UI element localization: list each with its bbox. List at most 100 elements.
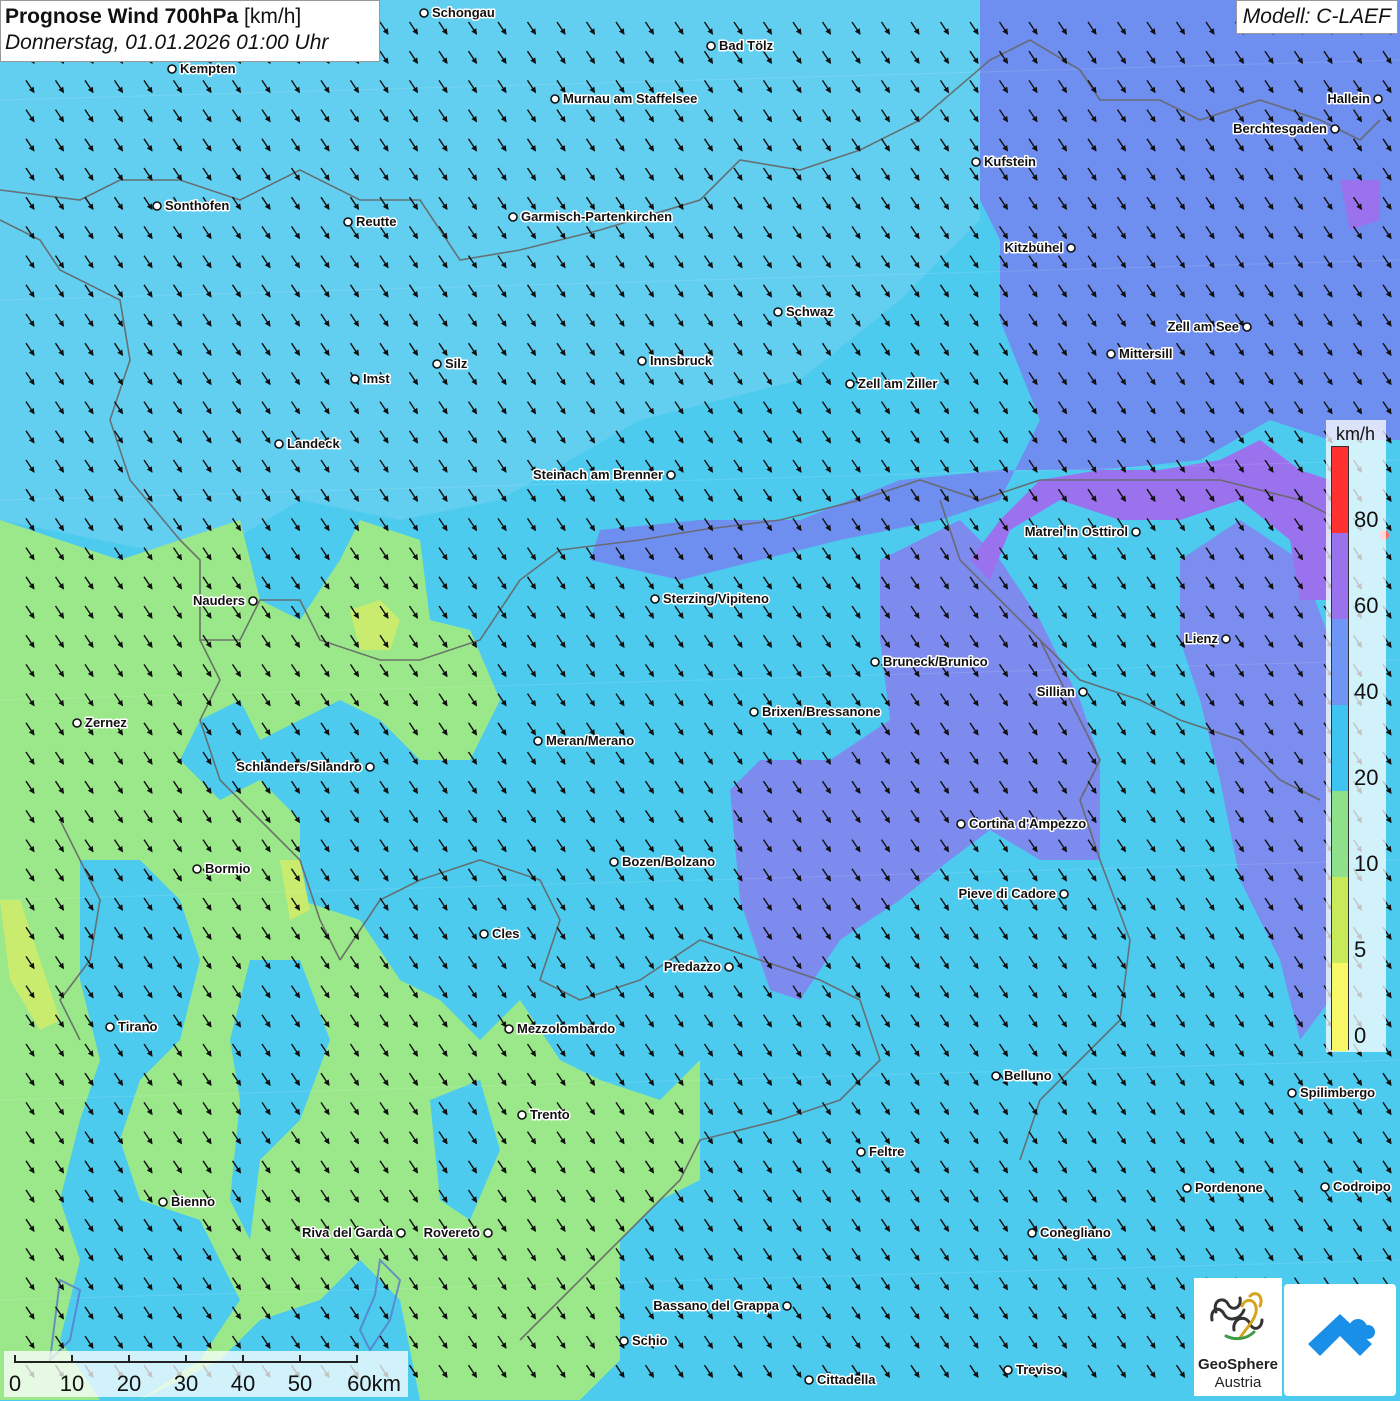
- city-dot-icon: [192, 864, 202, 874]
- city-dot-icon: [724, 962, 734, 972]
- model-label: Modell: C-LAEF: [1235, 0, 1398, 34]
- scale-label: 50: [287, 1371, 313, 1396]
- city-dot-icon: [749, 707, 759, 717]
- city-marker: Conegliano: [1027, 1224, 1112, 1242]
- city-dot-icon: [350, 374, 360, 384]
- city-label: Brixen/Bressanone: [762, 704, 881, 719]
- legend-tick-20: 20: [1354, 765, 1379, 790]
- geosphere-logo[interactable]: GeoSphere Austria: [1194, 1278, 1282, 1396]
- city-marker: Bozen/Bolzano: [609, 853, 717, 871]
- city-label: Imst: [363, 371, 390, 386]
- city-dot-icon: [650, 594, 660, 604]
- legend-seg-80: [1332, 447, 1348, 533]
- legend-seg-5: [1332, 877, 1348, 963]
- legend-seg-0: [1332, 963, 1348, 1051]
- city-label: Conegliano: [1040, 1225, 1111, 1240]
- city-dot-icon: [804, 1375, 814, 1385]
- weather-app-icon[interactable]: [1284, 1284, 1396, 1396]
- city-label: Hallein: [1327, 91, 1370, 106]
- city-label: Zell am See: [1167, 319, 1239, 334]
- color-legend: km/h 80 60 40 20 10 5 0: [1326, 420, 1386, 1052]
- city-label: Sillian: [1037, 684, 1075, 699]
- legend-seg-20: [1332, 705, 1348, 791]
- city-marker: Matrei in Osttirol: [1023, 523, 1141, 541]
- city-label: Matrei in Osttirol: [1025, 524, 1128, 539]
- city-dot-icon: [158, 1197, 168, 1207]
- scale-label: 30: [173, 1371, 199, 1396]
- legend-color-bar: [1331, 446, 1349, 1051]
- city-dot-icon: [483, 1228, 493, 1238]
- city-dot-icon: [1106, 349, 1116, 359]
- city-dot-icon: [504, 1024, 514, 1034]
- city-marker: Brixen/Bressanone: [749, 703, 882, 721]
- city-dot-icon: [870, 657, 880, 667]
- wind-map: Schongau Bad Tölz Kempten Murnau am Staffel…: [0, 0, 1400, 1400]
- city-dot-icon: [419, 8, 429, 18]
- city-label: Mezzolombardo: [517, 1021, 615, 1036]
- map-title-unit: [km/h]: [244, 5, 302, 28]
- legend-seg-40: [1332, 619, 1348, 705]
- city-label: Cittadella: [817, 1372, 876, 1387]
- city-dot-icon: [343, 217, 353, 227]
- city-marker: Pordenone: [1182, 1179, 1264, 1197]
- city-label: Sterzing/Vipiteno: [663, 591, 769, 606]
- legend-tick-40: 40: [1354, 679, 1379, 704]
- city-label: Bozen/Bolzano: [622, 854, 715, 869]
- city-dot-icon: [365, 762, 375, 772]
- city-dot-icon: [105, 1022, 115, 1032]
- legend-seg-60: [1332, 533, 1348, 619]
- city-label: Codroipo: [1333, 1179, 1391, 1194]
- city-dot-icon: [1182, 1183, 1192, 1193]
- city-label: Pieve di Cadore: [958, 886, 1056, 901]
- city-marker: Meran/Merano: [533, 732, 636, 750]
- city-label: Innsbruck: [650, 353, 713, 368]
- scale-tick: [299, 1355, 301, 1363]
- scale-label: 0: [8, 1371, 22, 1396]
- legend-tick-60: 60: [1354, 593, 1379, 618]
- city-label: Bormio: [205, 861, 251, 876]
- city-marker: Pieve di Cadore: [957, 885, 1069, 903]
- city-marker: Steinach am Brenner: [531, 466, 676, 484]
- city-label: Trento: [530, 1107, 570, 1122]
- city-label: Nauders: [193, 593, 245, 608]
- city-dot-icon: [248, 596, 258, 606]
- city-label: Kitzbühel: [1005, 240, 1064, 255]
- city-label: Schlanders/Silandro: [236, 759, 362, 774]
- city-dot-icon: [167, 64, 177, 74]
- city-dot-icon: [1027, 1228, 1037, 1238]
- city-dot-icon: [1221, 634, 1231, 644]
- scale-label: 60km: [347, 1371, 401, 1396]
- city-dot-icon: [274, 439, 284, 449]
- city-marker: Innsbruck: [637, 352, 714, 370]
- city-dot-icon: [856, 1147, 866, 1157]
- map-title-bold: Prognose Wind 700hPa: [5, 5, 239, 28]
- city-dot-icon: [666, 470, 676, 480]
- city-marker: Zell am See: [1166, 318, 1252, 336]
- city-label: Landeck: [287, 436, 341, 451]
- city-dot-icon: [517, 1110, 527, 1120]
- city-dot-icon: [533, 736, 543, 746]
- city-dot-icon: [396, 1228, 406, 1238]
- city-label: Predazzo: [664, 959, 721, 974]
- city-marker: Spilimbergo: [1287, 1084, 1377, 1102]
- city-label: Rovereto: [424, 1225, 480, 1240]
- city-label: Zernez: [85, 715, 127, 730]
- city-label: Lienz: [1185, 631, 1219, 646]
- city-dot-icon: [637, 356, 647, 366]
- legend-tick-0: 0: [1354, 1023, 1367, 1048]
- city-dot-icon: [1242, 322, 1252, 332]
- scale-tick: [71, 1355, 73, 1363]
- city-label: Bruneck/Brunico: [883, 654, 988, 669]
- city-marker: Schlanders/Silandro: [235, 758, 375, 776]
- city-marker: Sterzing/Vipiteno: [650, 590, 770, 608]
- city-dot-icon: [1003, 1365, 1013, 1375]
- logo-sub: Austria: [1214, 1374, 1262, 1391]
- city-dot-icon: [152, 201, 162, 211]
- city-label: Bassano del Grappa: [653, 1298, 779, 1313]
- scale-label: 10: [59, 1371, 85, 1396]
- city-dot-icon: [609, 857, 619, 867]
- scale-bar: 0 10 20 30 40 50 60km: [4, 1351, 408, 1397]
- city-dot-icon: [1320, 1182, 1330, 1192]
- city-dot-icon: [1330, 124, 1340, 134]
- city-label: Sonthofen: [165, 198, 229, 213]
